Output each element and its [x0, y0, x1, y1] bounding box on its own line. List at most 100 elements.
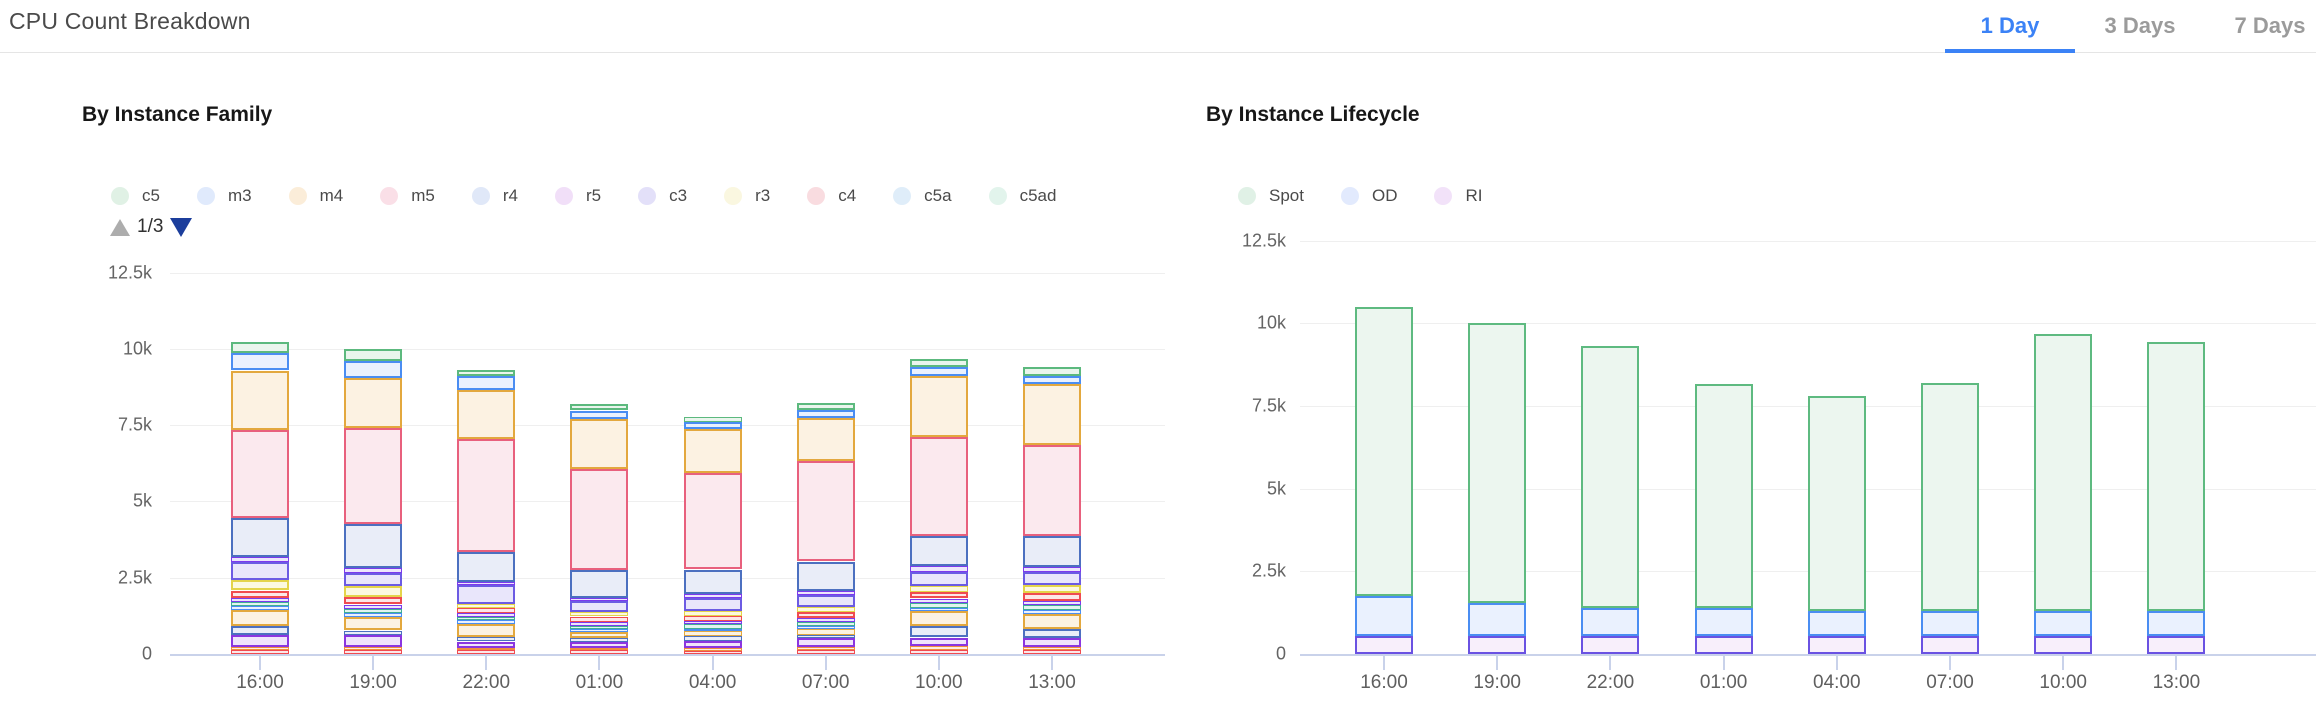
bar-segment[interactable]: [1023, 445, 1081, 537]
bar-segment[interactable]: [797, 418, 855, 461]
legend-item-c5ad[interactable]: c5ad: [989, 186, 1057, 206]
bar-segment-spot[interactable]: [1695, 384, 1753, 608]
bar-segment[interactable]: [231, 562, 289, 580]
bar-segment[interactable]: [457, 620, 515, 623]
bar-segment[interactable]: [910, 359, 968, 368]
bar-segment[interactable]: [570, 648, 628, 650]
bar-segment-od[interactable]: [2147, 611, 2205, 636]
bar-segment[interactable]: [231, 580, 289, 590]
bar-segment-od[interactable]: [1355, 596, 1413, 636]
bar-segment[interactable]: [1023, 647, 1081, 650]
bar-segment[interactable]: [797, 612, 855, 618]
bar-segment[interactable]: [1023, 650, 1081, 654]
bar-segment[interactable]: [344, 349, 402, 361]
bar-segment-ri[interactable]: [1581, 636, 1639, 654]
bar-segment-ri[interactable]: [2034, 636, 2092, 654]
bar-segment[interactable]: [684, 570, 742, 594]
bar-segment[interactable]: [457, 613, 515, 617]
legend-item-c4[interactable]: c4: [807, 186, 856, 206]
bar-segment[interactable]: [910, 638, 968, 647]
bar-segment[interactable]: [910, 626, 968, 638]
bar-segment-od[interactable]: [2034, 611, 2092, 636]
bar-segment[interactable]: [797, 591, 855, 595]
bar-segment[interactable]: [797, 626, 855, 629]
bar-segment[interactable]: [797, 403, 855, 410]
bar-segment[interactable]: [1023, 610, 1081, 614]
bar-segment[interactable]: [570, 642, 628, 648]
bar-segment[interactable]: [1023, 536, 1081, 567]
bar-segment[interactable]: [1023, 585, 1081, 592]
bar-segment[interactable]: [457, 390, 515, 439]
bar-segment[interactable]: [797, 622, 855, 626]
bar-segment[interactable]: [457, 648, 515, 651]
bar-segment[interactable]: [457, 642, 515, 648]
bar-segment[interactable]: [797, 647, 855, 650]
bar-segment[interactable]: [344, 613, 402, 617]
legend-item-r3[interactable]: r3: [724, 186, 770, 206]
bar-segment[interactable]: [231, 342, 289, 353]
bar-segment-od[interactable]: [1695, 608, 1753, 636]
legend-page-up-icon[interactable]: [110, 219, 130, 236]
bar-segment[interactable]: [344, 361, 402, 378]
legend-item-m4[interactable]: m4: [289, 186, 344, 206]
bar-segment[interactable]: [684, 594, 742, 598]
bar-segment-spot[interactable]: [1921, 383, 1979, 611]
bar-segment[interactable]: [344, 568, 402, 573]
bar-segment[interactable]: [231, 647, 289, 650]
bar-segment-spot[interactable]: [1355, 307, 1413, 597]
bar-segment[interactable]: [231, 626, 289, 635]
bar-segment-spot[interactable]: [1808, 396, 1866, 611]
bar-segment[interactable]: [570, 469, 628, 570]
legend-item-ri[interactable]: RI: [1434, 186, 1482, 206]
bar-segment[interactable]: [797, 650, 855, 654]
bar-segment[interactable]: [231, 598, 289, 602]
bar-segment[interactable]: [684, 429, 742, 473]
bar-segment[interactable]: [457, 650, 515, 654]
bar-segment[interactable]: [684, 616, 742, 621]
bar-segment[interactable]: [231, 635, 289, 646]
bar-segment-spot[interactable]: [2147, 342, 2205, 611]
bar-segment[interactable]: [457, 376, 515, 390]
bar-segment[interactable]: [684, 598, 742, 612]
bar-segment[interactable]: [231, 371, 289, 431]
bar-segment[interactable]: [344, 631, 402, 636]
bar-segment[interactable]: [1023, 593, 1081, 601]
bar-segment[interactable]: [684, 422, 742, 429]
bar-segment-ri[interactable]: [1695, 636, 1753, 654]
bar-segment[interactable]: [910, 650, 968, 654]
bar-segment[interactable]: [570, 626, 628, 629]
bar-segment[interactable]: [684, 631, 742, 636]
legend-item-c5a[interactable]: c5a: [893, 186, 951, 206]
legend-item-spot[interactable]: Spot: [1238, 186, 1304, 206]
bar-segment[interactable]: [684, 641, 742, 649]
bar-segment[interactable]: [344, 605, 402, 610]
bar-segment[interactable]: [684, 417, 742, 422]
bar-segment[interactable]: [344, 378, 402, 428]
legend-item-r4[interactable]: r4: [472, 186, 518, 206]
bar-segment[interactable]: [910, 592, 968, 599]
legend-item-c5[interactable]: c5: [111, 186, 160, 206]
bar-segment[interactable]: [570, 570, 628, 598]
bar-segment[interactable]: [344, 635, 402, 647]
bar-segment-od[interactable]: [1808, 611, 1866, 636]
bar-segment[interactable]: [570, 612, 628, 617]
tab-1-day[interactable]: 1 Day: [1945, 0, 2075, 52]
bar-segment[interactable]: [910, 603, 968, 608]
bar-segment[interactable]: [231, 518, 289, 557]
bar-segment[interactable]: [570, 419, 628, 469]
bar-segment[interactable]: [570, 650, 628, 654]
bar-segment-ri[interactable]: [1921, 636, 1979, 654]
bar-segment[interactable]: [231, 557, 289, 563]
bar-segment-ri[interactable]: [1355, 636, 1413, 654]
bar-segment[interactable]: [570, 629, 628, 632]
bar-segment[interactable]: [570, 598, 628, 601]
bar-segment-od[interactable]: [1468, 603, 1526, 636]
bar-segment[interactable]: [910, 646, 968, 650]
bar-segment[interactable]: [910, 437, 968, 536]
legend-page-down-icon[interactable]: [170, 218, 192, 237]
bar-segment[interactable]: [344, 524, 402, 568]
bar-segment[interactable]: [231, 591, 289, 599]
bar-segment[interactable]: [231, 353, 289, 370]
bar-segment[interactable]: [684, 648, 742, 650]
legend-item-m5[interactable]: m5: [380, 186, 435, 206]
